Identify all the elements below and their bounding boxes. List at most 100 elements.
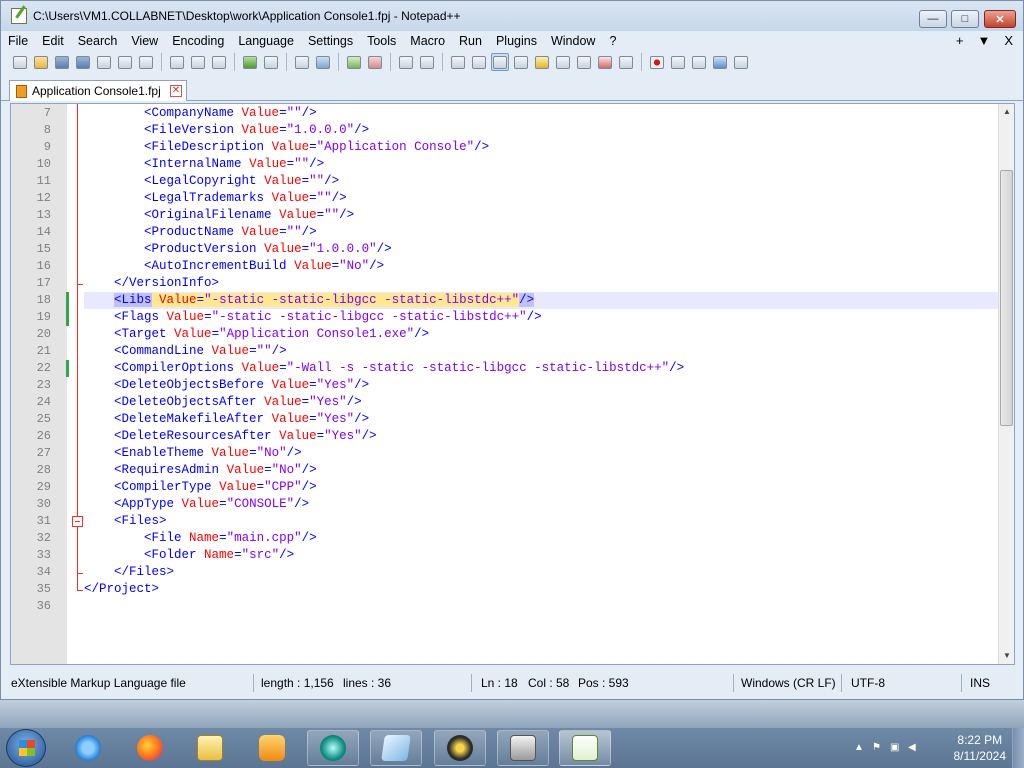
code-line[interactable]: <AppType Value="CONSOLE"/> [84,496,998,513]
fold-toggle-icon[interactable] [72,516,83,527]
menu-file[interactable]: File [1,34,35,48]
taskbar-app-2[interactable] [370,730,422,766]
record-macro-icon[interactable] [648,53,666,71]
scroll-down-icon[interactable]: ▼ [999,648,1014,664]
menu-search[interactable]: Search [71,34,125,48]
menu-encoding[interactable]: Encoding [165,34,231,48]
code-line[interactable]: <InternalName Value=""/> [84,156,998,173]
print-icon[interactable] [137,53,155,71]
taskbar-notepadpp[interactable] [559,730,611,766]
code-line[interactable]: <Flags Value="-static -static-libgcc -st… [84,309,998,326]
show-all-chars-icon[interactable] [470,53,488,71]
redo-icon[interactable] [262,53,280,71]
close-file-icon[interactable] [95,53,113,71]
code-line[interactable]: </Files> [84,564,998,581]
function-list-icon[interactable] [554,53,572,71]
editor-area[interactable]: ▲ ▼ 7 <CompanyName Value=""/> 8 <FileVers… [10,103,1015,665]
taskbar-app-4[interactable] [497,730,549,766]
zoom-out-icon[interactable] [366,53,384,71]
code-line[interactable]: <File Name="main.cpp"/> [84,530,998,547]
code-line[interactable]: <Folder Name="src"/> [84,547,998,564]
code-line[interactable]: <ProductVersion Value="1.0.0.0"/> [84,241,998,258]
undo-icon[interactable] [241,53,259,71]
code-line[interactable]: <AutoIncrementBuild Value="No"/> [84,258,998,275]
find-icon[interactable] [293,53,311,71]
code-line[interactable]: <EnableTheme Value="No"/> [84,445,998,462]
sync-vertical-icon[interactable] [397,53,415,71]
code-line[interactable]: <RequiresAdmin Value="No"/> [84,462,998,479]
word-wrap-icon[interactable] [449,53,467,71]
folder-as-workspace-icon[interactable] [575,53,593,71]
menu-macro[interactable]: Macro [403,34,452,48]
sync-horizontal-icon[interactable] [418,53,436,71]
run-macro-multiple-icon[interactable] [711,53,729,71]
tab-application-console1[interactable]: Application Console1.fpj ✕ [9,80,187,101]
code-line[interactable]: <DeleteObjectsBefore Value="Yes"/> [84,377,998,394]
new-file-icon[interactable] [11,53,29,71]
menu-tools[interactable]: Tools [360,34,403,48]
code-line[interactable]: <Files> [84,513,998,530]
taskbar-firefox[interactable] [124,730,176,766]
taskbar-ie[interactable] [62,730,114,766]
code-line[interactable]: <DeleteObjectsAfter Value="Yes"/> [84,394,998,411]
title-bar[interactable]: C:\Users\VM1.COLLABNET\Desktop\work\Appl… [1,1,1023,31]
save-macro-icon[interactable] [732,53,750,71]
code-line[interactable]: <DeleteResourcesAfter Value="Yes"/> [84,428,998,445]
eye-icon[interactable] [617,53,635,71]
maximize-button[interactable]: □ [951,10,979,28]
replace-icon[interactable] [314,53,332,71]
code-line[interactable]: <Target Value="Application Console1.exe"… [84,326,998,343]
stop-macro-icon[interactable] [669,53,687,71]
menu-language[interactable]: Language [231,34,301,48]
menu-window[interactable]: Window [544,34,602,48]
start-button[interactable] [6,729,46,767]
taskbar-app-1[interactable] [307,730,359,766]
taskbar-app-3[interactable] [434,730,486,766]
code-line[interactable]: <CompanyName Value=""/> [84,105,998,122]
monitoring-icon[interactable] [596,53,614,71]
minimize-button[interactable]: — [919,10,947,28]
copy-icon[interactable] [189,53,207,71]
menu-settings[interactable]: Settings [301,34,360,48]
scroll-thumb[interactable] [1000,170,1013,426]
zoom-in-icon[interactable] [345,53,363,71]
udl-icon[interactable] [512,53,530,71]
cut-icon[interactable] [168,53,186,71]
current-code-line[interactable]: <Libs Value="-static -static-libgcc -sta… [84,292,998,309]
clock[interactable]: 8:22 PM 8/11/2024 [954,732,1007,764]
new-tab-button[interactable]: + [956,33,964,48]
code-line[interactable]: <FileDescription Value="Application Cons… [84,139,998,156]
menu-view[interactable]: View [124,34,165,48]
code-line[interactable]: <CompilerOptions Value="-Wall -s -static… [84,360,998,377]
show-desktop-button[interactable] [1012,728,1024,768]
save-all-icon[interactable] [74,53,92,71]
code-line[interactable]: </Project> [84,581,998,598]
close-doc-button[interactable]: X [1004,33,1013,48]
code-line[interactable]: <ProductName Value=""/> [84,224,998,241]
menu-edit[interactable]: Edit [35,34,71,48]
tab-list-button[interactable]: ▼ [977,33,990,48]
taskbar-media-player[interactable] [246,730,298,766]
code-line[interactable]: <LegalTrademarks Value=""/> [84,190,998,207]
code-line[interactable] [84,598,998,615]
code-line[interactable]: </VersionInfo> [84,275,998,292]
code-line[interactable]: <CommandLine Value=""/> [84,343,998,360]
open-file-icon[interactable] [32,53,50,71]
close-all-icon[interactable] [116,53,134,71]
menu-run[interactable]: Run [452,34,489,48]
paste-icon[interactable] [210,53,228,71]
taskbar-explorer[interactable] [184,730,236,766]
tab-close-icon[interactable]: ✕ [170,85,182,97]
indent-guide-icon[interactable] [491,53,509,71]
code-line[interactable]: <DeleteMakefileAfter Value="Yes"/> [84,411,998,428]
menu-plugins[interactable]: Plugins [489,34,544,48]
network-icon[interactable]: ▣ [890,742,902,754]
vertical-scrollbar[interactable]: ▲ ▼ [998,104,1014,664]
volume-muted-icon[interactable]: ◀ [908,742,920,754]
close-button[interactable]: ✕ [984,10,1016,28]
doc-map-icon[interactable] [533,53,551,71]
tray-expand-icon[interactable]: ▲ [854,742,866,754]
code-line[interactable]: <FileVersion Value="1.0.0.0"/> [84,122,998,139]
play-macro-icon[interactable] [690,53,708,71]
menu-help[interactable]: ? [602,34,623,48]
